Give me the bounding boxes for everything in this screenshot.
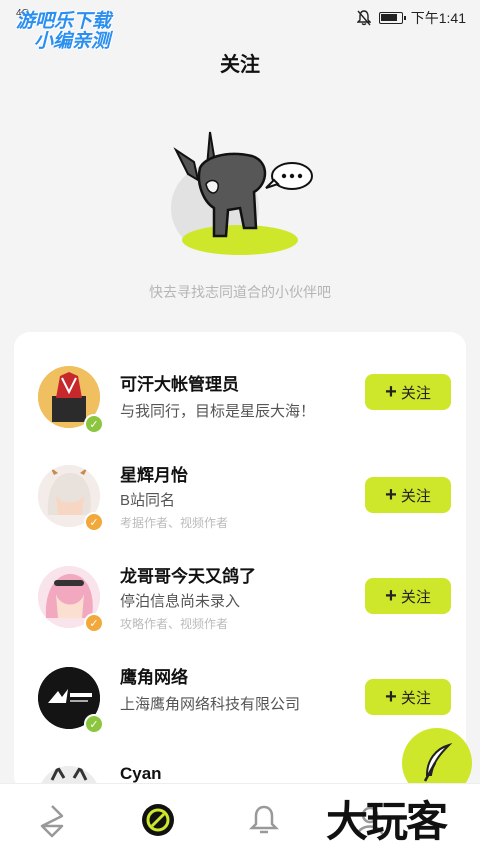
list-item[interactable]: ✓ 可汗大帐管理员 与我同行，目标是星辰大海！ + 关注 <box>14 346 466 446</box>
verified-badge-label: ✓ <box>89 617 99 630</box>
user-signature: 停泊信息尚未录入 <box>120 593 241 610</box>
empty-state-hint: 快去寻找志同道合的小伙伴吧 <box>149 284 331 300</box>
watermark-logo: 游吧乐下载 小编亲测 <box>16 12 146 52</box>
notification-icon <box>248 805 280 834</box>
verified-badge-label: ✓ <box>89 718 99 731</box>
plus-icon: + <box>385 686 397 708</box>
verified-badge: ✓ <box>84 512 104 532</box>
nav-home[interactable] <box>32 800 72 840</box>
verified-badge-label: ✓ <box>89 418 99 431</box>
list-item[interactable]: ✓ 星辉月怡 B站同名 考据作者、视频作者 + 关注 <box>14 447 466 547</box>
user-name: 鹰角网络 <box>120 668 188 687</box>
brand-watermark: 大玩客 <box>326 797 448 846</box>
user-tags: 攻略作者、视频作者 <box>120 617 229 631</box>
verified-badge: ✓ <box>84 613 104 633</box>
status-time: 下午1:41 <box>410 10 466 26</box>
nav-discover[interactable] <box>138 800 178 840</box>
follow-button[interactable]: + 关注 <box>365 578 451 614</box>
user-signature: 上海鹰角网络科技有限公司 <box>120 696 301 713</box>
feather-icon <box>423 742 453 782</box>
notification-off-icon <box>356 10 371 26</box>
empty-state-illustration <box>171 131 313 255</box>
recommend-card: ✓ 可汗大帐管理员 与我同行，目标是星辰大海！ + 关注 ✓ 星辉月怡 B站同名… <box>14 332 466 792</box>
discover-icon <box>142 804 174 836</box>
user-name: 可汗大帐管理员 <box>120 375 239 394</box>
plus-icon: + <box>385 381 397 403</box>
user-name: 星辉月怡 <box>120 466 188 485</box>
watermark-line1: 游吧乐下载 <box>16 11 112 32</box>
page-title: 关注 <box>220 54 260 76</box>
follow-button[interactable]: + 关注 <box>365 374 451 410</box>
home-icon <box>40 805 64 838</box>
follow-button[interactable]: + 关注 <box>365 477 451 513</box>
user-signature: B站同名 <box>120 492 176 509</box>
user-name: Cyan <box>120 764 162 783</box>
follow-button-label: 关注 <box>400 588 431 606</box>
user-signature: 与我同行，目标是星辰大海！ <box>120 403 316 420</box>
list-item[interactable]: ✓ 鹰角网络 上海鹰角网络科技有限公司 + 关注 <box>14 649 466 749</box>
battery-icon <box>378 12 406 24</box>
verified-badge: ✓ <box>84 414 104 434</box>
follow-button-label: 关注 <box>400 689 431 707</box>
verified-badge-label: ✓ <box>89 516 99 529</box>
follow-button-label: 关注 <box>400 487 431 505</box>
status-bar: 4G 游吧乐下载 小编亲测 下午1:41 <box>0 0 480 52</box>
nav-notification[interactable] <box>244 800 284 840</box>
user-tags: 考据作者、视频作者 <box>120 516 229 530</box>
verified-badge: ✓ <box>84 714 104 734</box>
list-item[interactable]: ✓ 龙哥哥今天又鸽了 停泊信息尚未录入 攻略作者、视频作者 + 关注 <box>14 548 466 648</box>
follow-button-label: 关注 <box>400 384 431 402</box>
plus-icon: + <box>385 484 397 506</box>
plus-icon: + <box>385 585 397 607</box>
user-name: 龙哥哥今天又鸽了 <box>120 567 256 586</box>
follow-button[interactable]: + 关注 <box>365 679 451 715</box>
